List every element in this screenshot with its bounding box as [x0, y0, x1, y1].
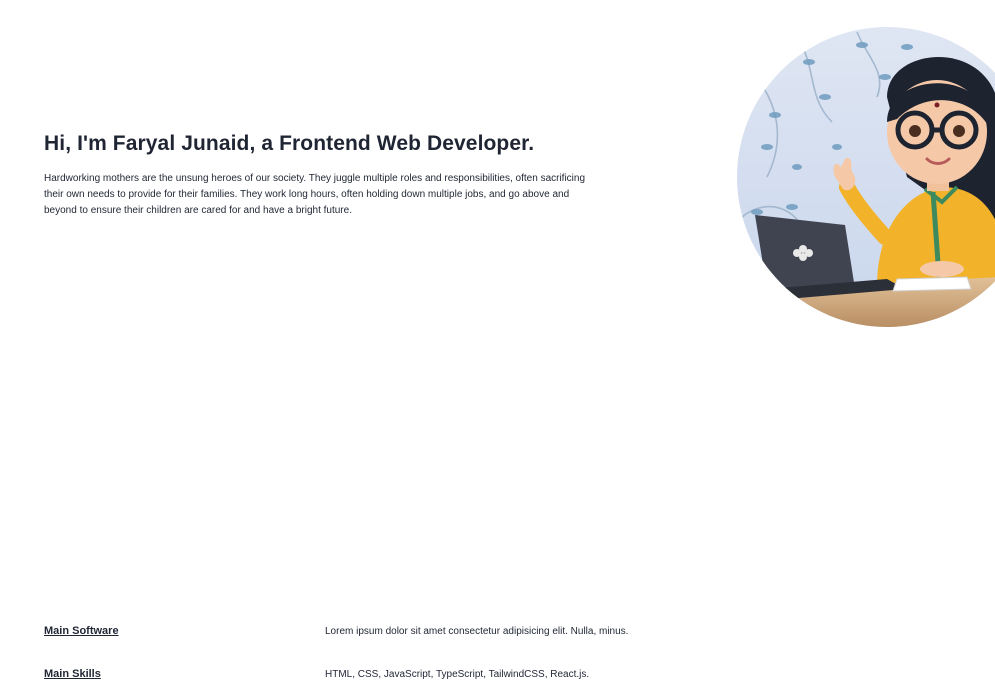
info-row-main-skills: Main Skills HTML, CSS, JavaScript, TypeS… [44, 668, 664, 682]
page: Hi, I'm Faryal Junaid, a Frontend Web De… [0, 0, 995, 682]
info-row-main-software: Main Software Lorem ipsum dolor sit amet… [44, 625, 664, 641]
avatar [737, 27, 995, 327]
hero-title: Hi, I'm Faryal Junaid, a Frontend Web De… [44, 132, 535, 155]
hero-description: Hardworking mothers are the unsung heroe… [44, 173, 586, 217]
avatar-illustration-icon [737, 27, 995, 327]
main-software-link[interactable]: Main Software [44, 625, 119, 637]
main-skills-link[interactable]: Main Skills [44, 668, 101, 680]
main-software-value: Lorem ipsum dolor sit amet consectetur a… [325, 626, 629, 637]
main-skills-value: HTML, CSS, JavaScript, TypeScript, Tailw… [325, 669, 590, 680]
